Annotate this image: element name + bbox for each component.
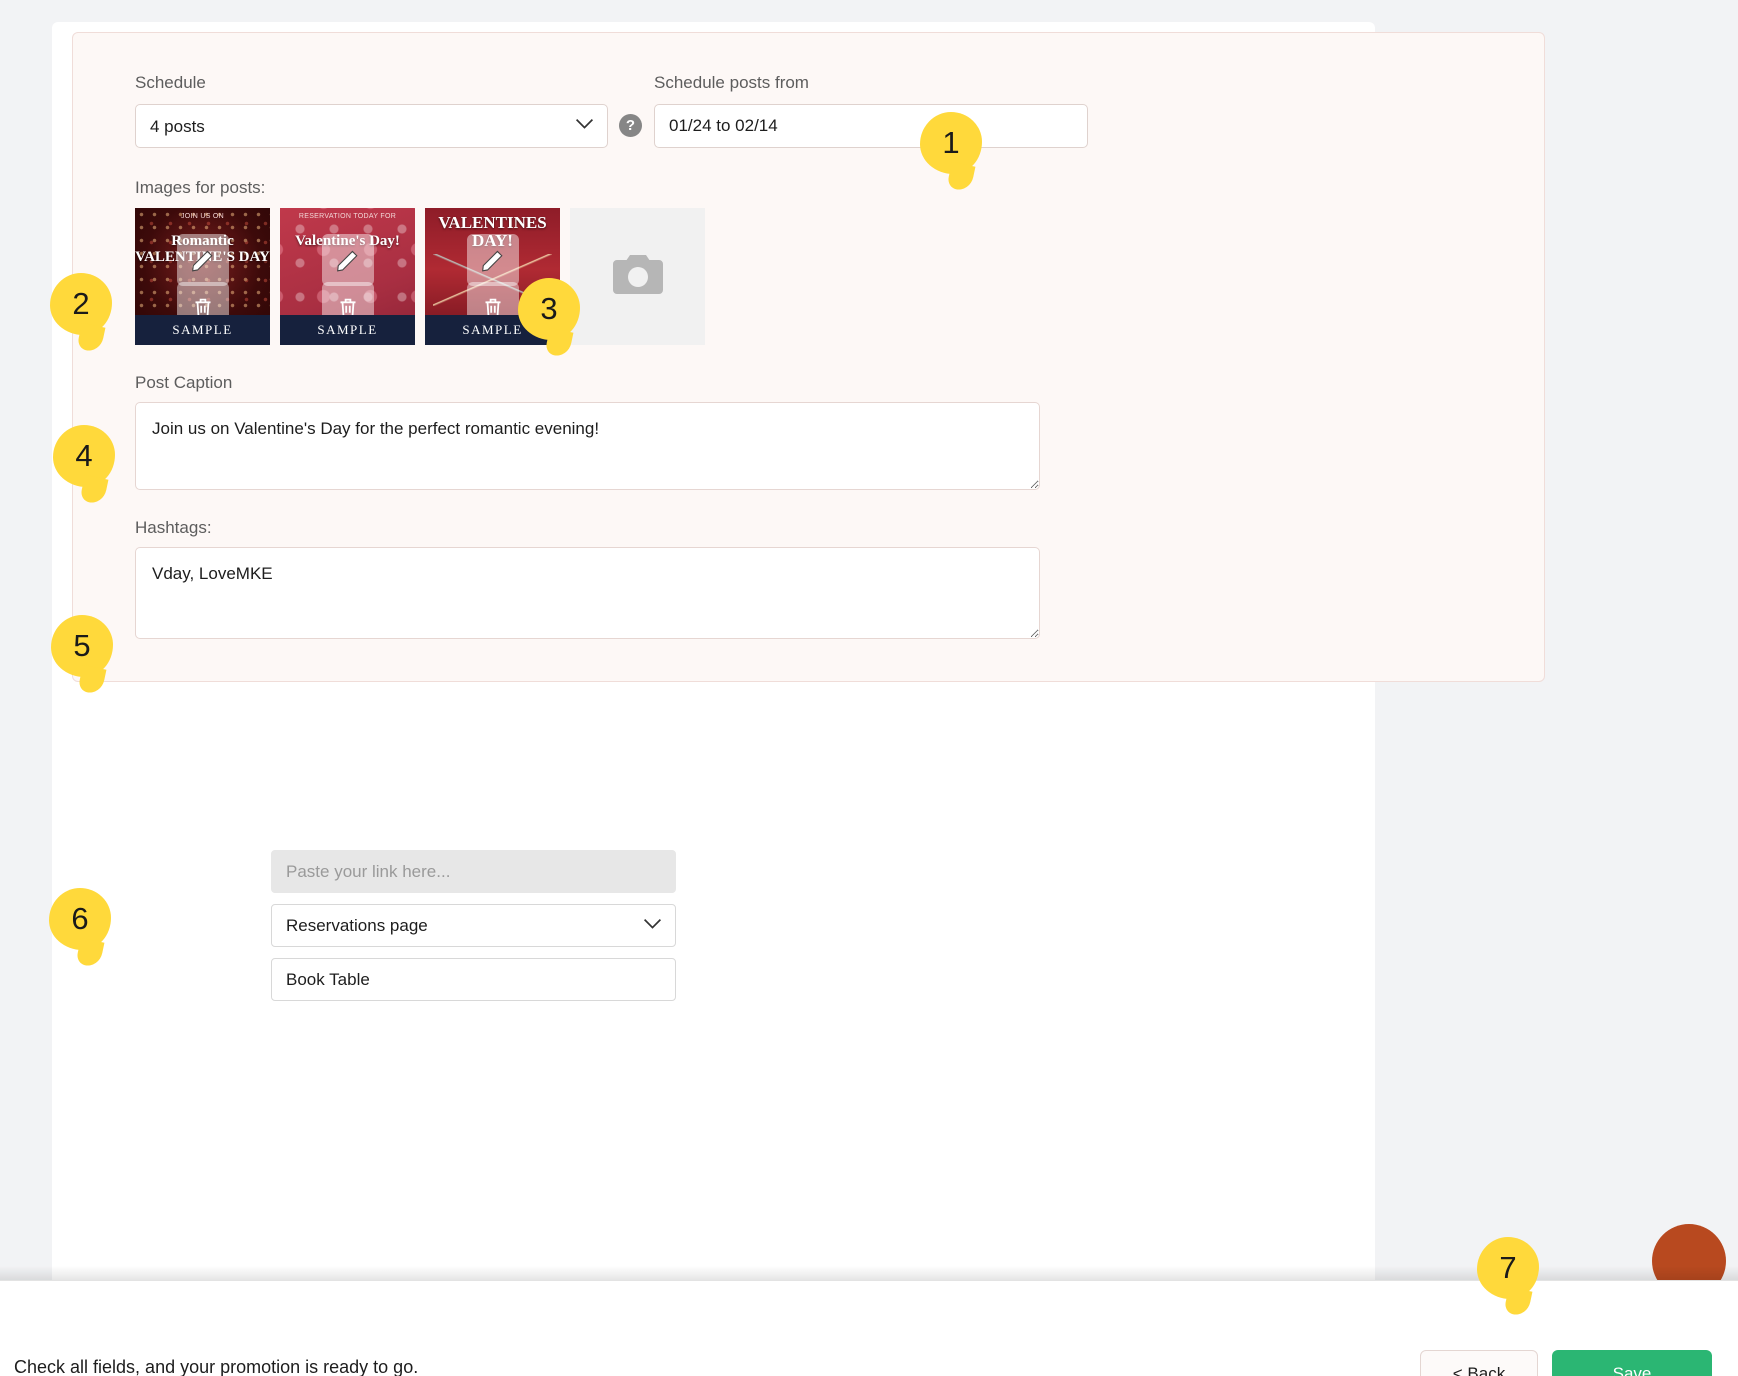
- pencil-icon[interactable]: [466, 234, 519, 286]
- schedule-help-icon[interactable]: ?: [619, 114, 642, 137]
- step-marker-3: 3: [518, 278, 580, 340]
- post-image-thumbnail[interactable]: RESERVATION TODAY FOR Valentine's Day! S…: [280, 208, 415, 345]
- button-name-input[interactable]: [271, 958, 676, 1001]
- custom-url-input[interactable]: [271, 850, 676, 893]
- schedule-select[interactable]: 4 posts: [135, 104, 608, 148]
- schedule-row: Schedule 4 posts ? Schedule posts from 0…: [135, 73, 1544, 148]
- promotion-editor-page: Valentine's Day Marketing Channels Websi…: [0, 22, 1738, 1376]
- hashtags-textarea[interactable]: Vday, LoveMKE: [135, 547, 1040, 639]
- schedule-dates-field: Schedule posts from: [654, 73, 1088, 148]
- post-images-list: JOIN US ON Romantic VALENTINE'S DAY SAMP…: [135, 208, 1544, 345]
- schedule-dates-input[interactable]: [654, 104, 1088, 148]
- post-caption-textarea[interactable]: Join us on Valentine's Day for the perfe…: [135, 402, 1040, 490]
- thumb-top-text: RESERVATION TODAY FOR: [298, 213, 397, 220]
- camera-icon: [611, 252, 665, 301]
- post-image-thumbnail[interactable]: JOIN US ON Romantic VALENTINE'S DAY SAMP…: [135, 208, 270, 345]
- footer-buttons: < Back Save: [1420, 1350, 1712, 1376]
- social-settings-panel: Schedule 4 posts ? Schedule posts from 0…: [72, 32, 1545, 682]
- post-caption-label: Post Caption: [135, 373, 233, 392]
- back-button[interactable]: < Back: [1420, 1350, 1538, 1376]
- schedule-label: Schedule: [135, 73, 206, 92]
- thumb-top-text: JOIN US ON: [180, 213, 225, 220]
- step-marker-6: 6: [49, 888, 111, 950]
- footer-status-message: Check all fields, and your promotion is …: [14, 1357, 419, 1376]
- images-for-posts-label: Images for posts:: [135, 178, 266, 197]
- website-page-select[interactable]: Reservations page: [271, 904, 676, 947]
- step-marker-5: 5: [51, 615, 113, 677]
- schedule-field: Schedule 4 posts: [135, 73, 608, 148]
- pencil-icon[interactable]: [321, 234, 374, 286]
- step-marker-1: 1: [920, 112, 982, 174]
- save-button[interactable]: Save: [1552, 1350, 1712, 1376]
- add-image-button[interactable]: [570, 208, 705, 345]
- step-marker-4: 4: [53, 425, 115, 487]
- step-marker-2: 2: [50, 273, 112, 335]
- thumb-footer-text: SAMPLE: [280, 315, 415, 345]
- step-marker-7: 7: [1477, 1237, 1539, 1299]
- pencil-icon[interactable]: [176, 234, 229, 286]
- footer-bar: Check all fields, and your promotion is …: [0, 1280, 1738, 1376]
- hashtags-label: Hashtags:: [135, 518, 212, 537]
- thumb-footer-text: SAMPLE: [135, 315, 270, 345]
- schedule-dates-label: Schedule posts from: [654, 73, 809, 92]
